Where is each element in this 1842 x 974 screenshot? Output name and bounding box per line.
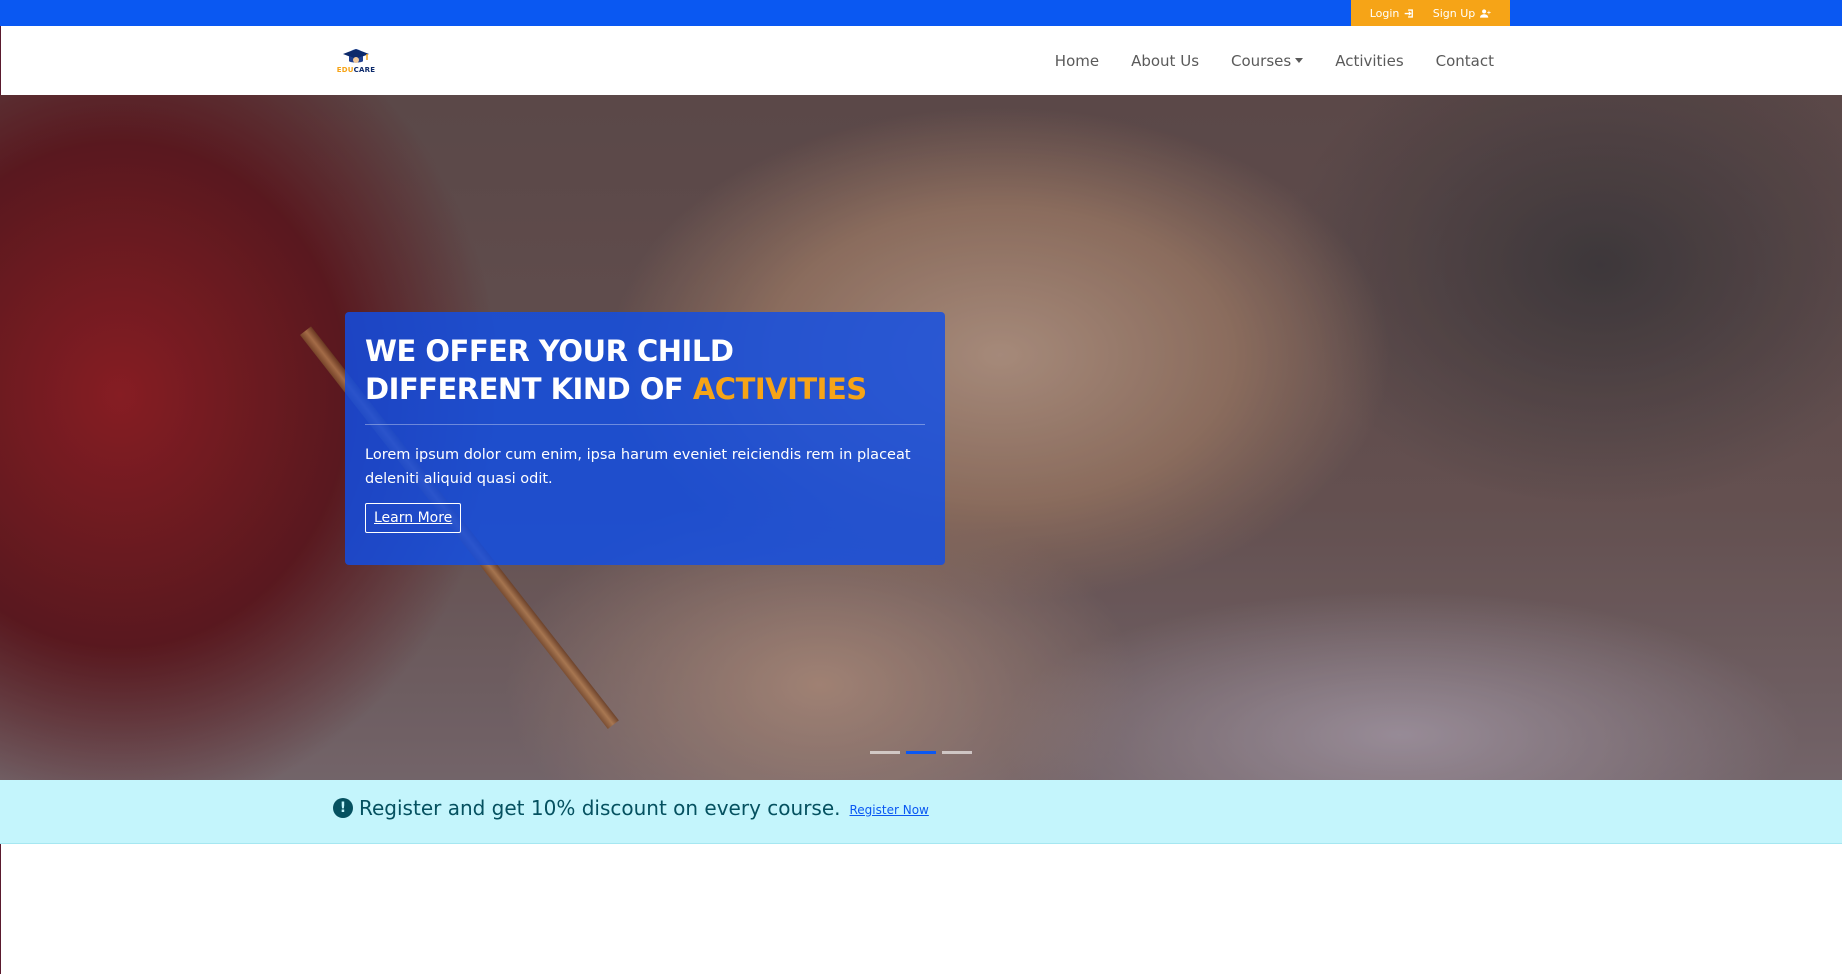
sign-in-icon <box>1405 8 1414 18</box>
carousel-indicators <box>870 751 972 754</box>
nav-item-about-us[interactable]: About Us <box>1131 52 1199 70</box>
nav-item-label: Home <box>1054 51 1100 70</box>
hero-description: Lorem ipsum dolor cum enim, ipsa harum e… <box>365 447 911 487</box>
nav-item-contact[interactable]: Contact <box>1436 52 1494 70</box>
brand-logo[interactable]: EDUCARE <box>335 45 377 77</box>
hero-title: WE OFFER YOUR CHILD DIFFERENT KIND OF AC… <box>365 332 925 408</box>
carousel-indicator-2[interactable] <box>906 751 936 754</box>
hero-divider <box>365 424 925 425</box>
nav-item-label: Courses <box>1231 51 1292 70</box>
login-label: Login <box>1369 6 1400 20</box>
hero-caption-card: WE OFFER YOUR CHILD DIFFERENT KIND OF AC… <box>345 312 945 565</box>
nav-menu: Home About Us Courses Activities Contact <box>1055 26 1494 95</box>
nav-item-label: Contact <box>1435 51 1494 70</box>
promo-content: ! Register and get 10% discount on every… <box>333 796 929 820</box>
login-link[interactable]: Login <box>1370 7 1416 20</box>
caret-down-icon <box>1295 58 1304 63</box>
user-plus-icon <box>1480 8 1491 18</box>
top-bar: Login Sign Up <box>0 0 1842 26</box>
exclamation-circle-icon: ! <box>333 798 353 818</box>
hero-title-line2: DIFFERENT KIND OF <box>365 372 693 406</box>
brand-edu: EDU <box>336 66 354 74</box>
nav-item-label: About Us <box>1131 51 1200 70</box>
carousel-indicator-3[interactable] <box>942 751 972 754</box>
register-now-link[interactable]: Register Now <box>850 803 929 817</box>
hero-title-line1: WE OFFER YOUR CHILD <box>365 334 734 368</box>
carousel-indicator-1[interactable] <box>870 751 900 754</box>
nav-item-courses[interactable]: Courses <box>1231 51 1304 70</box>
hero-carousel: WE OFFER YOUR CHILD DIFFERENT KIND OF AC… <box>0 95 1842 780</box>
signup-label: Sign Up <box>1432 6 1476 20</box>
signup-link[interactable]: Sign Up <box>1433 7 1492 20</box>
nav-item-home[interactable]: Home <box>1055 52 1099 70</box>
nav-item-label: Activities <box>1335 51 1404 70</box>
learn-more-button[interactable]: Learn More <box>365 503 462 533</box>
brand-care: CARE <box>353 66 376 74</box>
promo-alert: ! Register and get 10% discount on every… <box>0 780 1842 844</box>
brand-wordmark: EDUCARE <box>335 66 377 74</box>
auth-links: Login Sign Up <box>1351 0 1510 26</box>
hero-title-accent: ACTIVITIES <box>692 372 867 406</box>
page-left-border <box>0 844 1 974</box>
main-navbar: EDUCARE Home About Us Courses Activities… <box>0 26 1842 95</box>
nav-item-activities[interactable]: Activities <box>1335 52 1403 70</box>
promo-text: Register and get 10% discount on every c… <box>359 796 841 820</box>
